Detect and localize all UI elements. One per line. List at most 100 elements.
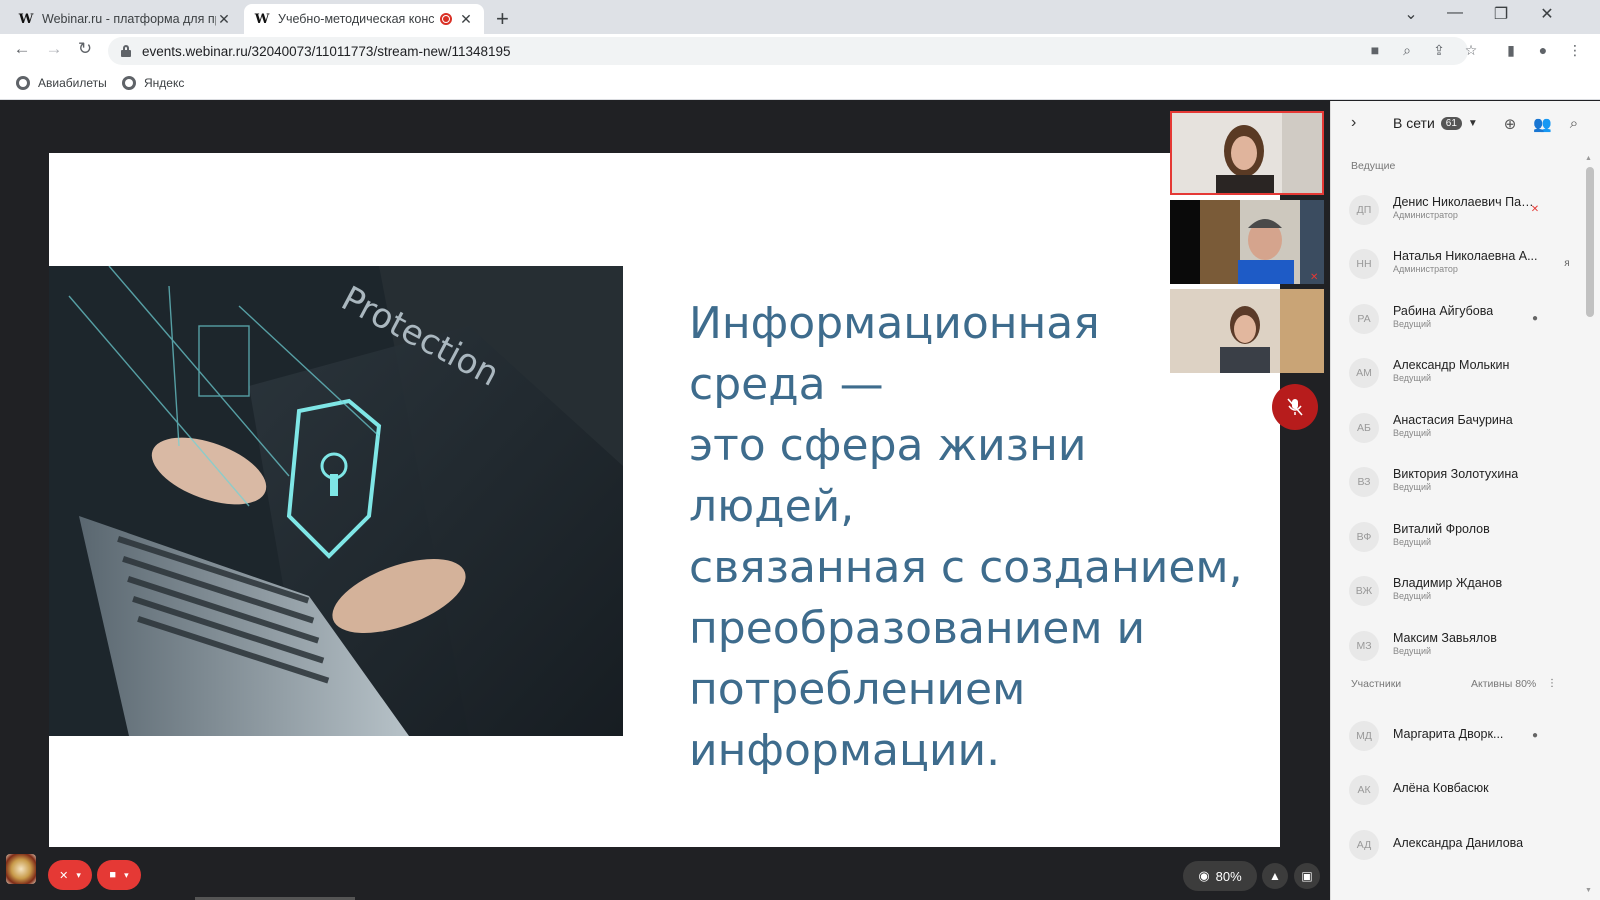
- participant-3-video-image: [1170, 289, 1324, 373]
- avatar: МЗ: [1349, 631, 1379, 661]
- avatar: РА: [1349, 304, 1379, 334]
- bookmark-aviabilety[interactable]: Авиабилеты: [16, 76, 107, 90]
- reload-icon[interactable]: ↻: [73, 39, 97, 59]
- microphone-icon[interactable]: ●: [1527, 310, 1543, 326]
- participant-name: Александр Молькин: [1393, 358, 1510, 372]
- mic-off-icon: ✕: [1310, 272, 1318, 283]
- participant-2-video-image: ✕: [1170, 200, 1324, 284]
- close-icon[interactable]: ✕: [216, 11, 232, 28]
- back-arrow-icon[interactable]: ←: [10, 39, 34, 59]
- participants-section-label: Участники: [1351, 678, 1402, 690]
- side-panel-icon[interactable]: ▮: [1502, 42, 1520, 59]
- hosts-section-label: Ведущие: [1351, 160, 1396, 172]
- scroll-down-arrow-icon[interactable]: ▼: [1585, 887, 1592, 894]
- people-icon[interactable]: 👥: [1533, 115, 1552, 133]
- protection-illustration: Protection: [49, 266, 623, 736]
- participant-name: Владимир Жданов: [1393, 576, 1503, 590]
- restore-button[interactable]: ❐: [1478, 4, 1524, 24]
- share-icon[interactable]: ⇪: [1430, 42, 1448, 59]
- star-icon[interactable]: ☆: [1462, 42, 1480, 59]
- participant-name: Маргарита Дворк...: [1393, 727, 1504, 741]
- profile-icon[interactable]: ●: [1534, 42, 1552, 58]
- more-vertical-icon[interactable]: ⋮: [1544, 675, 1560, 691]
- eye-icon: ◉: [1198, 868, 1210, 883]
- list-item[interactable]: ДП Денис Николаевич Пашков Администратор…: [1349, 189, 1589, 229]
- avatar: АК: [1349, 775, 1379, 805]
- close-icon[interactable]: ✕: [458, 11, 474, 28]
- list-item[interactable]: АМ Александр Молькин Ведущий: [1349, 352, 1589, 392]
- tab-webinar-home[interactable]: W Webinar.ru - платформа для про ✕: [8, 4, 242, 34]
- participant-role: Ведущий: [1393, 591, 1432, 601]
- address-bar[interactable]: events.webinar.ru/32040073/11011773/stre…: [108, 37, 1468, 65]
- presentation-slide: Protection Информационная среда — это сф…: [49, 153, 1280, 847]
- camera-icon[interactable]: ■: [1366, 42, 1384, 58]
- list-item[interactable]: МЗ Максим Завьялов Ведущий: [1349, 625, 1589, 665]
- webinar-favicon-icon: W: [18, 11, 34, 27]
- avatar: ДП: [1349, 195, 1379, 225]
- minimize-button[interactable]: —: [1432, 4, 1478, 22]
- collapse-chevron-icon[interactable]: ›: [1351, 114, 1356, 132]
- online-dropdown[interactable]: В сети 61 ▼: [1393, 115, 1478, 131]
- participant-name: Денис Николаевич Пашков: [1393, 195, 1543, 209]
- participant-name: Анастасия Бачурина: [1393, 413, 1513, 427]
- camera-toggle-button[interactable]: ■ ▾: [97, 860, 141, 890]
- more-menu-icon[interactable]: ⋮: [1566, 42, 1584, 59]
- list-item[interactable]: ВЗ Виктория Золотухина Ведущий: [1349, 461, 1589, 501]
- view-percent: 80%: [1215, 868, 1242, 884]
- zoom-icon[interactable]: ⌕: [1398, 42, 1416, 59]
- bookmark-label: Яндекс: [144, 76, 185, 90]
- microphone-icon[interactable]: ●: [1527, 727, 1543, 743]
- participants-panel: › В сети 61 ▼ ⊕ 👥 ⌕ Ведущие ДП Денис Ник…: [1330, 101, 1600, 900]
- panel-scrollbar-thumb[interactable]: [1586, 167, 1594, 317]
- flame-icon[interactable]: ▲: [1262, 863, 1288, 889]
- lock-icon: [120, 45, 132, 57]
- url-text: events.webinar.ru/32040073/11011773/stre…: [142, 43, 511, 59]
- active-percent-label: Активны 80%: [1471, 678, 1537, 690]
- tab-search-icon[interactable]: ⌄: [1388, 4, 1434, 24]
- video-tile-participant-2[interactable]: ✕: [1170, 200, 1324, 284]
- add-circle-icon[interactable]: ⊕: [1501, 115, 1519, 133]
- bookmark-yandex[interactable]: Яндекс: [122, 76, 184, 90]
- list-item[interactable]: АД Александра Данилова: [1349, 824, 1589, 864]
- microphone-toggle-button[interactable]: ✕ ▾: [48, 860, 92, 890]
- chevron-down-icon[interactable]: ▾: [124, 870, 129, 881]
- window-close-button[interactable]: ✕: [1524, 4, 1570, 24]
- avatar: ВФ: [1349, 522, 1379, 552]
- list-item[interactable]: ВЖ Владимир Жданов Ведущий: [1349, 570, 1589, 610]
- list-item[interactable]: АК Алёна Ковбасюк: [1349, 769, 1589, 809]
- chevron-down-icon[interactable]: ▾: [76, 870, 81, 881]
- mic-off-icon[interactable]: ✕: [1527, 201, 1543, 217]
- bookmarks-bar: Авиабилеты Яндекс: [0, 68, 1600, 100]
- new-tab-button[interactable]: +: [496, 6, 509, 32]
- browser-toolbar: ← → ↻ events.webinar.ru/32040073/1101177…: [0, 34, 1600, 68]
- forward-arrow-icon[interactable]: →: [42, 39, 66, 59]
- list-item[interactable]: ВФ Виталий Фролов Ведущий: [1349, 516, 1589, 556]
- list-item[interactable]: РА Рабина Айгубова Ведущий ●: [1349, 298, 1589, 338]
- browser-tab-bar: W Webinar.ru - платформа для про ✕ W Уче…: [0, 0, 1600, 34]
- tab-title: Учебно-методическая конс: [278, 12, 434, 26]
- floating-mute-button[interactable]: [1272, 384, 1318, 430]
- video-tile-participant-3[interactable]: [1170, 289, 1324, 373]
- mic-off-icon: ✕: [59, 869, 69, 882]
- webinar-favicon-icon: W: [254, 11, 270, 27]
- globe-icon: [122, 76, 136, 90]
- participant-name: Рабина Айгубова: [1393, 304, 1494, 318]
- scroll-up-arrow-icon[interactable]: ▲: [1585, 155, 1592, 162]
- organization-logo: [6, 854, 36, 884]
- online-label: В сети: [1393, 115, 1435, 131]
- participant-name: Виталий Фролов: [1393, 522, 1490, 536]
- participant-role: Администратор: [1393, 210, 1458, 220]
- tab-active-conference[interactable]: W Учебно-методическая конс ✕: [244, 4, 484, 34]
- slide-main-text: Информационная среда — это сфера жизни л…: [689, 298, 1243, 776]
- search-icon[interactable]: ⌕: [1565, 115, 1583, 133]
- video-tile-speaker[interactable]: [1170, 111, 1324, 195]
- list-item[interactable]: МД Маргарита Дворк... ●: [1349, 715, 1589, 755]
- list-item[interactable]: НН Наталья Николаевна А... Администратор…: [1349, 243, 1589, 283]
- tab-title: Webinar.ru - платформа для про: [42, 12, 216, 26]
- avatar: АД: [1349, 830, 1379, 860]
- avatar: АМ: [1349, 358, 1379, 388]
- list-item[interactable]: АБ Анастасия Бачурина Ведущий: [1349, 407, 1589, 447]
- participant-name: Алёна Ковбасюк: [1393, 781, 1489, 795]
- layout-icon[interactable]: ▣: [1294, 863, 1320, 889]
- viewers-badge[interactable]: ◉ 80%: [1183, 861, 1257, 891]
